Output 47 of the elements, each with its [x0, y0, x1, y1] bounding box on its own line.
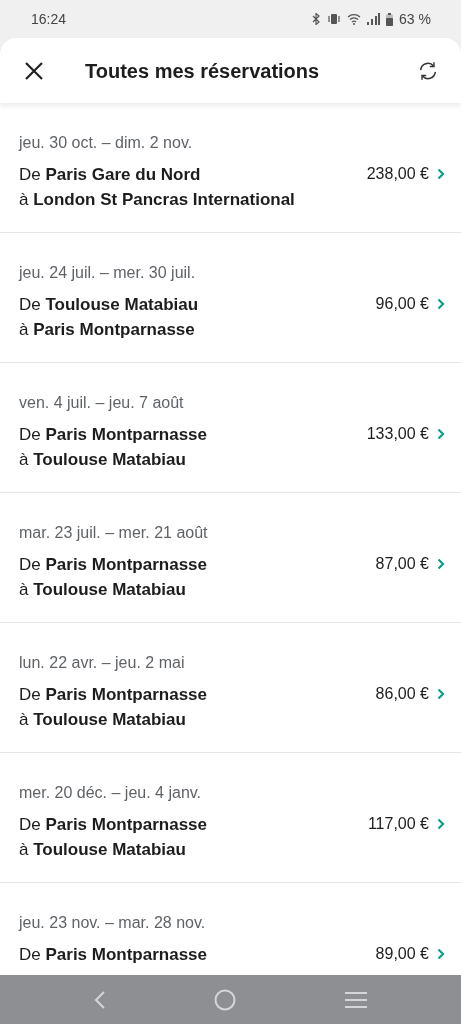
date-range: mer. 20 déc. – jeu. 4 janv. [19, 783, 203, 803]
origin-text: De Paris Montparnasse [19, 944, 209, 966]
battery-level: 63 % [399, 9, 431, 29]
close-icon [24, 60, 44, 81]
chevron-right-icon [437, 428, 445, 440]
origin-text: De Paris Gare du Nord [19, 164, 202, 186]
refresh-icon [417, 59, 439, 82]
chevron-right-icon [437, 688, 445, 700]
price: 89,00 € [375, 944, 429, 964]
signal-icon [367, 13, 381, 25]
chevron-right-icon [437, 558, 445, 570]
destination-text: à Toulouse Matabiau [19, 579, 187, 601]
battery-icon [386, 12, 394, 26]
home-icon[interactable] [214, 988, 237, 1011]
origin-text: De Paris Montparnasse [19, 684, 209, 706]
chevron-right-icon [437, 168, 445, 180]
destination-text: à London St Pancras International [19, 189, 296, 211]
page-title: Toutes mes réservations [85, 58, 321, 84]
date-range: mar. 23 juil. – mer. 21 août [19, 523, 209, 543]
status-time: 16:24 [31, 9, 67, 29]
origin-text: De Paris Montparnasse [19, 424, 209, 446]
date-range: jeu. 23 nov. – mar. 28 nov. [19, 913, 207, 933]
origin-text: De Toulouse Matabiau [19, 294, 200, 316]
origin-text: De Paris Montparnasse [19, 554, 209, 576]
date-range: jeu. 24 juil. – mer. 30 juil. [19, 263, 197, 283]
wifi-icon [347, 13, 362, 25]
back-icon[interactable] [94, 990, 107, 1009]
vibrate-icon [327, 13, 342, 25]
price: 86,00 € [375, 684, 429, 704]
chevron-right-icon [437, 298, 445, 310]
price: 117,00 € [367, 814, 429, 834]
date-range: ven. 4 juil. – jeu. 7 août [19, 393, 185, 413]
destination-text: à Toulouse Matabiau [19, 449, 187, 471]
bluetooth-icon [311, 13, 322, 25]
chevron-right-icon [437, 818, 445, 830]
destination-text: à Toulouse Matabiau [19, 709, 187, 731]
price: 238,00 € [366, 164, 429, 184]
date-range: jeu. 30 oct. – dim. 2 nov. [19, 133, 194, 153]
price: 87,00 € [375, 554, 429, 574]
price: 96,00 € [375, 294, 429, 314]
origin-text: De Paris Montparnasse [19, 814, 209, 836]
destination-text: à Paris Montparnasse [19, 319, 196, 341]
destination-text: à Toulouse Matabiau [19, 839, 187, 861]
chevron-right-icon [437, 948, 445, 960]
price: 133,00 € [366, 424, 429, 444]
menu-icon[interactable] [344, 991, 367, 1008]
date-range: lun. 22 avr. – jeu. 2 mai [19, 653, 186, 673]
